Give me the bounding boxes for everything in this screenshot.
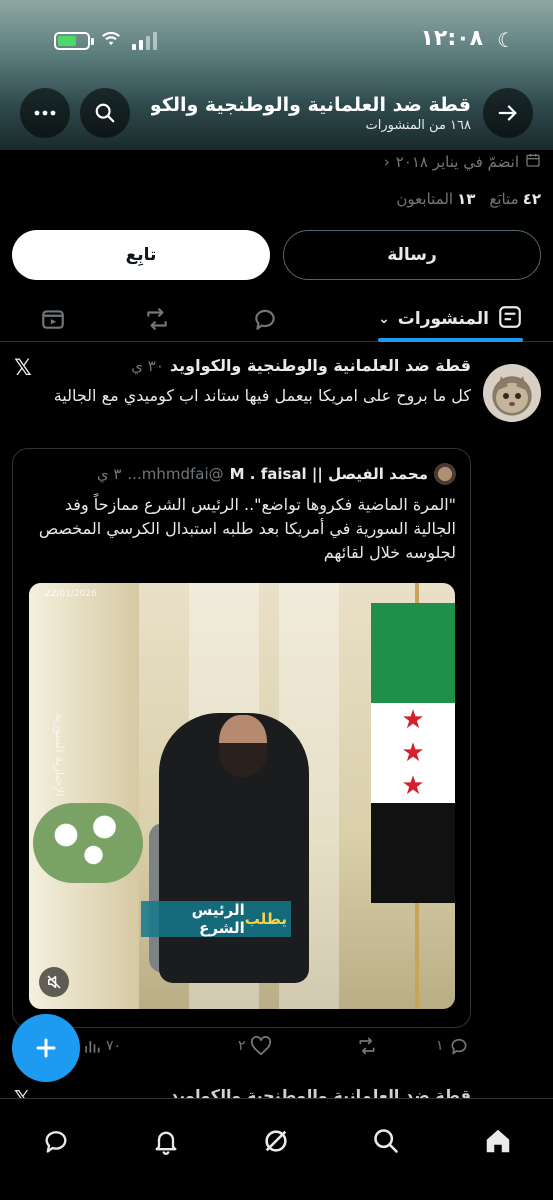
video-icon [42, 310, 64, 329]
repost-button[interactable] [352, 1036, 378, 1056]
reply-icon [255, 309, 275, 330]
tab-media[interactable] [38, 304, 68, 334]
header-title: قطة ضد العلمانية والوطنجية والكو... [151, 94, 471, 116]
wifi-icon [100, 28, 122, 52]
grok-icon [265, 1130, 287, 1152]
quote-author-name: محمد الفيصل || M . faisal [229, 465, 428, 483]
post-author-name[interactable]: قطة ضد العلمانية والوطنجية والكواويد [170, 356, 471, 375]
more-icon [34, 110, 56, 116]
media-date-stamp: 22/01/2026 [45, 589, 97, 599]
back-button[interactable] [483, 88, 533, 138]
chevron-down-icon: ⌄ [378, 311, 390, 327]
reply-button[interactable]: ١ [436, 1036, 470, 1056]
nav-grok[interactable] [248, 1113, 304, 1169]
message-button[interactable]: رسالة [283, 230, 541, 280]
post-time: ٣٠ ي [131, 357, 164, 375]
x-logo-icon: 𝕏 [14, 356, 32, 381]
followers-label: المتابعون [396, 190, 454, 208]
quote-author-handle: @mhmdfai... [127, 465, 224, 483]
arrow-right-icon [498, 105, 517, 121]
post-actions: ٧٠ ٢ ١ [82, 1034, 472, 1062]
media-caption-highlight: يطلب [244, 910, 287, 928]
tab-reposts[interactable] [142, 304, 172, 334]
post-text: كل ما بروح على امريكا بيعمل فيها ستاند ا… [53, 386, 471, 405]
bottom-nav [0, 1098, 553, 1200]
search-icon [95, 103, 115, 123]
media-curtain [29, 583, 139, 1009]
reply-icon [451, 1038, 466, 1055]
replies-count: ١ [436, 1038, 444, 1054]
joined-date: انضمّ في يناير ٢٠١٨ ‹ [384, 152, 541, 172]
profile-tabs: المنشورات ⌄ [0, 296, 553, 342]
quoted-post[interactable]: محمد الفيصل || M . faisal @mhmdfai... ٣ … [12, 448, 471, 1028]
header-post-count: ١٦٨ من المنشورات [365, 118, 471, 133]
syrian-flag: ★ ★ ★ [371, 603, 455, 903]
media-watermark: الإخبارية السورية [53, 713, 67, 797]
search-icon [374, 1129, 398, 1153]
following-count: ٤٢ [522, 190, 541, 208]
post-header: قطة ضد العلمانية والوطنجية والكواويد ٣٠ … [131, 356, 471, 375]
nav-search[interactable] [358, 1113, 414, 1169]
home-icon [486, 1129, 510, 1153]
following-link[interactable]: ٤٢متابَع [489, 190, 541, 208]
signal-icon [132, 32, 157, 50]
media-caption: يطلب الرئيس الشرع [141, 901, 291, 937]
quote-time: ٣ ي [96, 465, 122, 483]
quote-text: "المرة الماضية فكروها تواضع".. الرئيس ال… [38, 495, 456, 562]
followers-count: ١٣ [457, 190, 476, 208]
active-tab-indicator [378, 338, 523, 342]
nav-messages[interactable] [28, 1113, 84, 1169]
like-button[interactable]: ٢ [238, 1036, 272, 1056]
follow-button[interactable]: تابِع [12, 230, 270, 280]
repost-icon [359, 1037, 375, 1055]
plus-icon [36, 1038, 56, 1058]
bell-icon [155, 1131, 177, 1155]
more-options-button[interactable] [20, 88, 70, 138]
nav-home[interactable] [470, 1113, 526, 1169]
tab-replies[interactable] [250, 304, 280, 334]
views-icon [85, 1041, 100, 1053]
battery-icon [54, 32, 94, 50]
posts-icon [497, 304, 523, 335]
followers-link[interactable]: ١٣المتابعون [396, 190, 475, 208]
search-button[interactable] [80, 88, 130, 138]
media-flowers [33, 803, 143, 883]
calendar-icon [525, 152, 541, 172]
repost-icon [147, 308, 167, 330]
compose-button[interactable] [12, 1014, 80, 1082]
chat-icon [45, 1131, 67, 1153]
nav-notifications[interactable] [138, 1113, 194, 1169]
views-count: ٧٠ [106, 1038, 122, 1054]
following-label: متابَع [489, 190, 519, 208]
heart-icon [250, 1036, 271, 1056]
joined-text: انضمّ في يناير ٢٠١٨ [395, 153, 519, 171]
media-caption-main: الرئيس الشرع [191, 901, 245, 937]
mute-icon [47, 975, 61, 989]
tab-posts-label: المنشورات [397, 309, 489, 329]
views-button[interactable]: ٧٠ [82, 1036, 121, 1056]
tab-posts[interactable]: المنشورات ⌄ [378, 304, 523, 342]
moon-icon: ☾ [497, 28, 515, 52]
post-avatar[interactable] [483, 364, 541, 422]
chevron-left-icon: ‹ [383, 153, 390, 171]
follow-counts: ٤٢متابَع ١٣المتابعون [396, 190, 541, 208]
status-time: ١٢:٠٨ [420, 26, 483, 51]
quote-header: محمد الفيصل || M . faisal @mhmdfai... ٣ … [97, 463, 456, 485]
mute-button[interactable] [39, 967, 69, 997]
quote-video[interactable]: ★ ★ ★ 22/01/2026 الإخبارية السورية يطلب ال… [29, 583, 455, 1009]
likes-count: ٢ [238, 1038, 246, 1054]
status-bar: ☾ ١٢:٠٨ [0, 26, 553, 58]
quote-avatar [434, 463, 456, 485]
